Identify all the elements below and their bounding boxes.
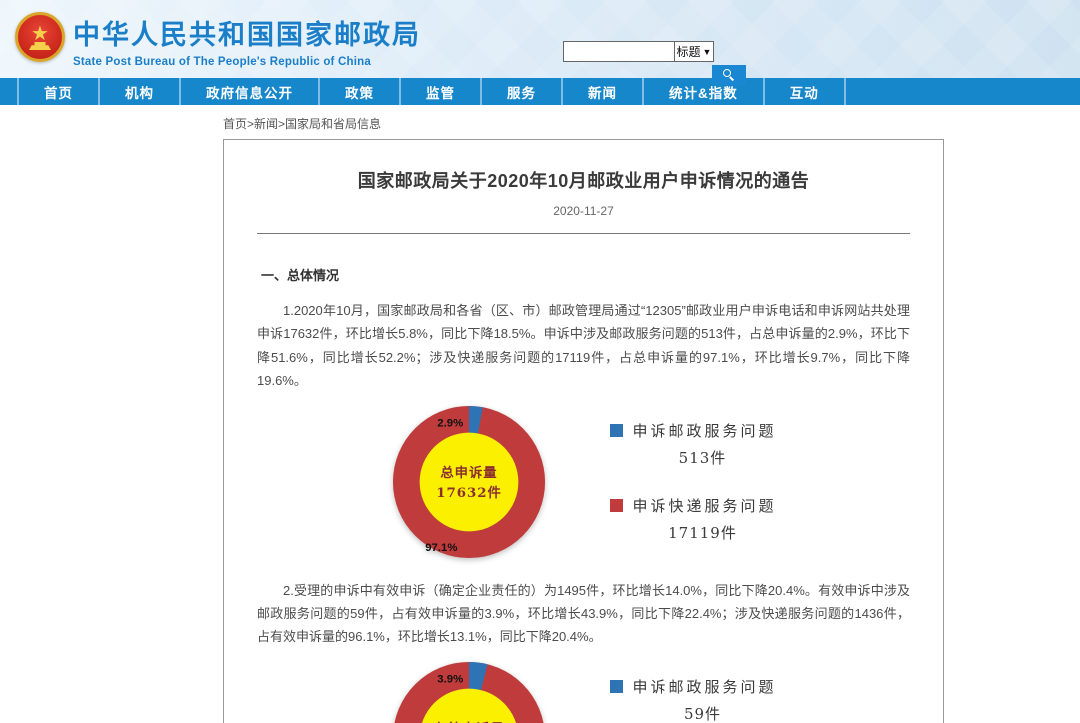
- percent-label-postal: 3.9%: [438, 673, 464, 685]
- legend-label-postal: 申诉邮政服务问题: [632, 676, 776, 697]
- site-title-english: State Post Bureau of The People's Republ…: [73, 56, 421, 68]
- section-heading: 一、总体情况: [257, 265, 910, 284]
- donut-center-title: 总申诉量: [441, 464, 498, 481]
- search-button[interactable]: [712, 65, 746, 85]
- chevron-down-icon: ▼: [703, 47, 712, 57]
- legend-item-postal: 申诉邮政服务问题 59件: [610, 676, 776, 723]
- search-category-select[interactable]: 标题 ▼: [675, 41, 714, 62]
- article-date: 2020-11-27: [257, 204, 910, 218]
- emblem-star-icon: ★: [31, 24, 49, 44]
- main-nav: 首页 机构 政府信息公开 政策 监管 服务 新闻 统计&指数 互动: [0, 78, 1080, 105]
- percent-label-express: 97.1%: [426, 542, 458, 554]
- national-emblem-icon: ★: [15, 12, 65, 62]
- title-divider: [257, 233, 910, 234]
- article-container: 国家邮政局关于2020年10月邮政业用户申诉情况的通告 2020-11-27 一…: [223, 139, 944, 723]
- legend-item-express: 申诉快递服务问题 17119件: [610, 495, 776, 543]
- search-area: 标题 ▼: [563, 41, 746, 85]
- search-category-value: 标题: [677, 43, 701, 60]
- paragraph-1: 1.2020年10月，国家邮政局和各省（区、市）邮政管理局通过“12305”邮政…: [257, 299, 910, 393]
- legend-count-postal: 513件: [610, 447, 776, 468]
- chart-valid-complaints: 3.9% 96.1% 有效申诉量 1495件 申诉邮政服务问题 59件: [257, 659, 910, 723]
- nav-item-org[interactable]: 机构: [98, 78, 179, 105]
- chart-legend: 申诉邮政服务问题 59件 申诉快递服务问题 1436件: [610, 676, 776, 723]
- breadcrumb[interactable]: 首页>新闻>国家局和省局信息: [223, 115, 1080, 132]
- nav-item-interaction[interactable]: 互动: [763, 78, 846, 105]
- nav-item-gov-info[interactable]: 政府信息公开: [179, 78, 318, 105]
- donut-center-value: 17632件: [437, 483, 503, 500]
- site-titles: 中华人民共和国国家邮政局 State Post Bureau of The Pe…: [73, 13, 421, 68]
- search-icon: [723, 69, 735, 81]
- site-title-chinese: 中华人民共和国国家邮政局: [73, 13, 421, 52]
- donut-chart: 2.9% 97.1% 总申诉量 17632件: [390, 403, 548, 561]
- page-title: 国家邮政局关于2020年10月邮政业用户申诉情况的通告: [257, 167, 910, 193]
- percent-label-postal: 2.9%: [438, 417, 464, 429]
- legend-count-express: 17119件: [610, 522, 776, 543]
- nav-item-supervision[interactable]: 监管: [399, 78, 480, 105]
- legend-swatch-express: [610, 499, 623, 512]
- site-header: ★ 中华人民共和国国家邮政局 State Post Bureau of The …: [0, 0, 1080, 78]
- main-area: 首页>新闻>国家局和省局信息 国家邮政局关于2020年10月邮政业用户申诉情况的…: [0, 115, 1080, 723]
- legend-item-postal: 申诉邮政服务问题 513件: [610, 420, 776, 468]
- nav-item-service[interactable]: 服务: [480, 78, 561, 105]
- search-input[interactable]: [563, 41, 675, 62]
- legend-label-express: 申诉快递服务问题: [632, 495, 776, 516]
- nav-item-policy[interactable]: 政策: [318, 78, 399, 105]
- legend-swatch-postal: [610, 680, 623, 693]
- nav-item-home[interactable]: 首页: [17, 78, 98, 105]
- chart-legend: 申诉邮政服务问题 513件 申诉快递服务问题 17119件: [610, 420, 776, 543]
- donut-center: [420, 432, 519, 531]
- donut-chart: 3.9% 96.1% 有效申诉量 1495件: [390, 659, 548, 723]
- page: ★ 中华人民共和国国家邮政局 State Post Bureau of The …: [0, 0, 1080, 723]
- chart-total-complaints: 2.9% 97.1% 总申诉量 17632件 申诉邮政服务问题 513件: [257, 403, 910, 561]
- paragraph-2: 2.受理的申诉中有效申诉（确定企业责任的）为1495件，环比增长14.0%，同比…: [257, 579, 910, 649]
- legend-count-postal: 59件: [610, 703, 776, 723]
- legend-label-postal: 申诉邮政服务问题: [632, 420, 776, 441]
- legend-swatch-postal: [610, 424, 623, 437]
